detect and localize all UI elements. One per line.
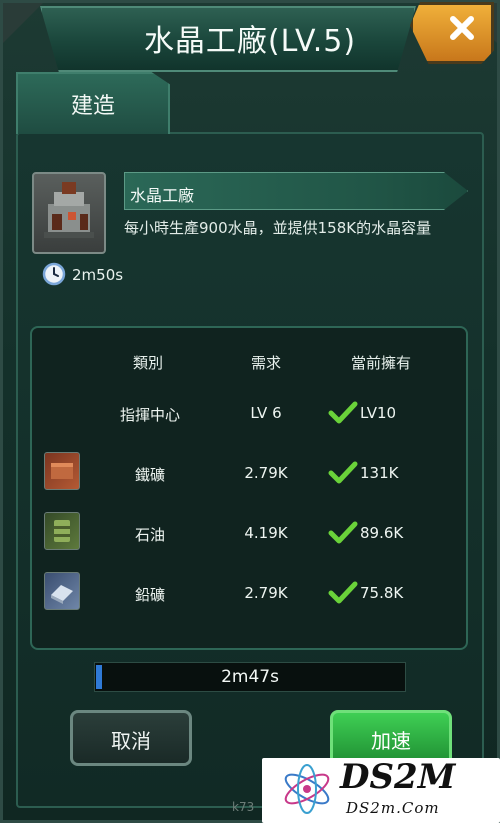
header-required: 需求 bbox=[250, 354, 281, 372]
row-category: 鐵礦 bbox=[134, 466, 165, 484]
atom-logo-icon bbox=[284, 764, 330, 814]
header-owned: 當前擁有 bbox=[350, 354, 411, 372]
building-name: 水晶工廠 bbox=[130, 186, 195, 205]
row-owned: 131K bbox=[360, 464, 399, 482]
close-icon bbox=[450, 16, 474, 40]
check-icon bbox=[328, 401, 358, 424]
building-description: 每小時生產900水晶，並提供158K的水晶容量 bbox=[124, 219, 432, 237]
crystal-factory-icon bbox=[32, 172, 106, 254]
iron-ore-icon bbox=[44, 452, 80, 490]
window-title: 水晶工廠(LV.5) bbox=[143, 24, 357, 59]
oil-barrel-icon bbox=[44, 512, 80, 550]
build-time: 2m50s bbox=[72, 266, 124, 284]
header-category: 類別 bbox=[132, 354, 163, 372]
frame-corner-left bbox=[3, 3, 43, 43]
check-icon bbox=[328, 461, 358, 484]
row-owned: LV10 bbox=[360, 404, 397, 422]
row-category: 鉛礦 bbox=[134, 586, 165, 604]
check-icon bbox=[328, 521, 358, 544]
row-category: 石油 bbox=[134, 526, 165, 544]
clock-icon bbox=[42, 262, 66, 286]
watermark-site-text: k73 bbox=[232, 800, 255, 814]
row-owned: 89.6K bbox=[360, 524, 404, 542]
row-category: 指揮中心 bbox=[119, 406, 180, 424]
row-required: 4.19K bbox=[244, 524, 288, 542]
watermark-domain: DS2m.Com bbox=[346, 799, 440, 817]
check-icon bbox=[328, 581, 358, 604]
lead-ore-icon bbox=[44, 572, 80, 610]
row-owned: 75.8K bbox=[360, 584, 404, 602]
row-required: 2.79K bbox=[244, 584, 288, 602]
row-required: 2.79K bbox=[244, 464, 288, 482]
row-required: LV 6 bbox=[250, 404, 282, 422]
watermark-brand: DS2M bbox=[340, 757, 456, 797]
tab-build-label: 建造 bbox=[70, 94, 115, 119]
cancel-button[interactable]: 取消 bbox=[70, 710, 192, 766]
progress-remaining-time: 2m47s bbox=[221, 667, 279, 687]
